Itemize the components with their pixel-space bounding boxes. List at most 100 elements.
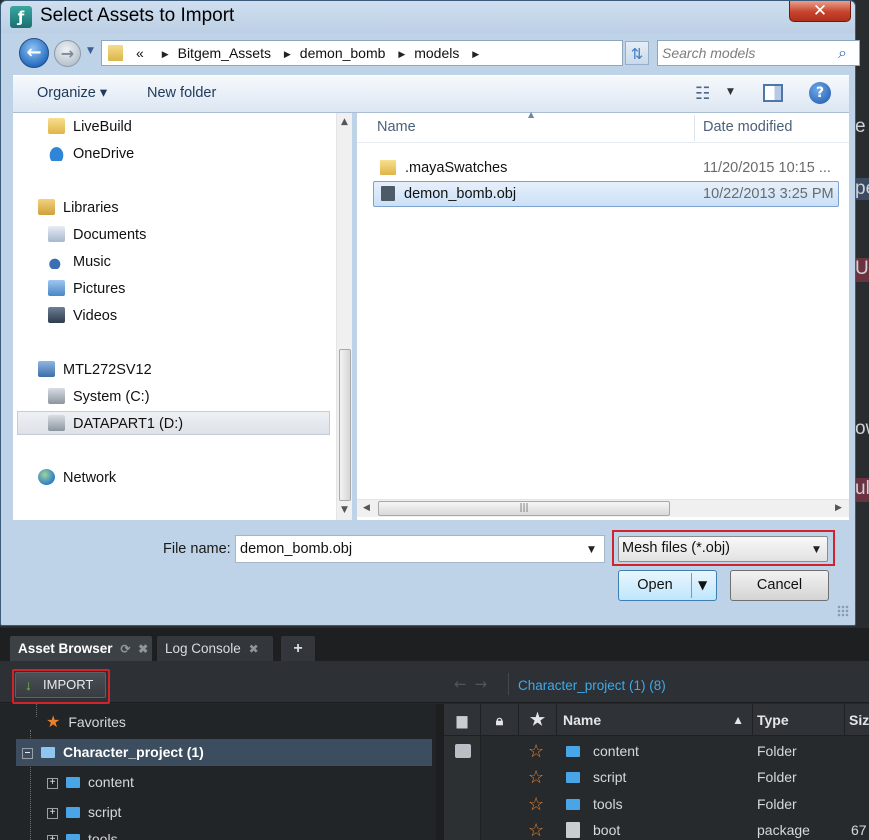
breadcrumb[interactable]: Character_project (1) (8) — [518, 678, 666, 693]
folder-icon — [380, 160, 396, 175]
close-button[interactable]: ✕ — [789, 1, 851, 22]
scroll-down-icon[interactable]: ▼ — [341, 505, 348, 515]
scrollbar-thumb[interactable]: ||| — [378, 501, 670, 516]
forward-button[interactable]: → — [54, 40, 81, 67]
nav-item-network[interactable]: Network — [38, 465, 116, 491]
nav-item-libraries[interactable]: Libraries — [38, 195, 119, 221]
expand-icon[interactable]: + — [47, 777, 58, 789]
chevron-right-icon[interactable]: ▶ — [398, 49, 405, 59]
history-arrows[interactable]: ←→ — [454, 675, 495, 693]
list-item[interactable]: ☆ tools Folder — [481, 791, 869, 817]
list-item-type: Folder — [757, 769, 797, 785]
new-folder-button[interactable]: New folder — [147, 85, 216, 101]
forward-arrow-icon[interactable]: → — [475, 675, 496, 693]
column-header-type[interactable]: Type — [753, 704, 845, 736]
star-outline-icon[interactable]: ☆ — [528, 817, 544, 840]
tab-asset-browser[interactable]: Asset Browser ⟳ ✖ — [10, 636, 152, 661]
scroll-right-icon[interactable]: ▶ — [835, 503, 842, 513]
search-icon[interactable]: ⌕ — [838, 43, 847, 63]
tree-item-favorites[interactable]: ★ Favorites — [0, 709, 436, 736]
preview-pane-icon[interactable] — [763, 84, 783, 102]
back-button[interactable]: ← — [19, 38, 49, 68]
star-outline-icon[interactable]: ☆ — [528, 791, 544, 817]
add-tab-button[interactable]: + — [281, 636, 315, 661]
history-dropdown-icon[interactable]: ▼ — [87, 46, 94, 56]
nav-scrollbar[interactable]: ▲ ▼ — [336, 113, 352, 520]
search-input[interactable] — [662, 42, 832, 64]
libraries-icon — [38, 199, 55, 215]
refresh-button[interactable]: ⇅ — [625, 41, 649, 65]
nav-item-datapart1-drive[interactable]: DATAPART1 (D:) — [48, 411, 183, 437]
nav-item-music[interactable]: Music — [48, 249, 111, 275]
nav-item-computer[interactable]: MTL272SV12 — [38, 357, 152, 383]
open-button[interactable]: Open ▼ — [618, 570, 717, 601]
close-icon[interactable]: ✖ — [249, 642, 259, 656]
list-item[interactable]: ☆ script Folder — [481, 764, 869, 790]
obj-file-icon — [381, 186, 395, 201]
column-header-size[interactable]: Siz — [845, 704, 869, 736]
tree-item-label: script — [88, 804, 122, 820]
star-outline-icon[interactable]: ☆ — [528, 764, 544, 790]
nav-item-pictures[interactable]: Pictures — [48, 276, 125, 302]
nav-item-videos[interactable]: Videos — [48, 303, 117, 329]
list-item[interactable]: ☆ boot package 67 — [481, 817, 869, 840]
search-box[interactable]: ⌕ — [657, 40, 860, 66]
column-header-name[interactable]: Name ▲ — [557, 704, 753, 736]
breadcrumb-item[interactable]: demon_bomb — [300, 45, 386, 61]
nav-item-onedrive[interactable]: OneDrive — [48, 141, 134, 167]
collapse-icon[interactable]: – — [22, 747, 33, 759]
help-icon[interactable]: ? — [809, 82, 831, 104]
file-name-dropdown-icon[interactable]: ▼ — [588, 545, 595, 555]
file-list-hscrollbar[interactable]: ◀ ||| ▶ — [357, 499, 849, 517]
list-item-name: content — [593, 743, 639, 759]
pane-splitter[interactable] — [436, 704, 444, 840]
expand-icon[interactable]: + — [47, 807, 58, 819]
tab-log-console[interactable]: Log Console ✖ — [157, 636, 273, 661]
favorite-column-star-icon[interactable]: ★ — [519, 704, 557, 736]
open-options-dropdown-icon[interactable]: ▼ — [698, 578, 707, 592]
column-divider[interactable] — [694, 115, 695, 141]
close-icon[interactable]: ✖ — [138, 642, 148, 656]
file-list-header: ▲ Name Date modified — [357, 110, 849, 143]
list-item[interactable]: ☆ content Folder — [481, 738, 869, 764]
scroll-up-icon[interactable]: ▲ — [341, 117, 348, 127]
file-row[interactable]: .mayaSwatches 11/20/2015 10:15 ... — [373, 155, 849, 181]
refresh-icon[interactable]: ⟳ — [120, 642, 130, 656]
view-options-icon[interactable]: ☷ — [695, 84, 710, 104]
tree-item-character-project[interactable]: – Character_project (1) — [16, 739, 432, 766]
lock-icon[interactable]: 🔒︎ — [481, 704, 519, 736]
tree-item-content[interactable]: + content — [0, 769, 436, 796]
file-open-dialog: ƒ Select Assets to Import ✕ ← → ▼ « ▶ Bit… — [0, 0, 860, 626]
cancel-button[interactable]: Cancel — [730, 570, 829, 601]
address-bar[interactable]: « ▶Bitgem_Assets ▶demon_bomb ▶models ▶ ▼ — [101, 40, 701, 66]
scrollbar-thumb[interactable] — [339, 349, 351, 501]
file-row-selected[interactable]: demon_bomb.obj 10/22/2013 3:25 PM — [373, 181, 839, 207]
column-header-date-modified[interactable]: Date modified — [703, 119, 792, 135]
tree-item-tools[interactable]: + tools — [0, 826, 436, 840]
scroll-left-icon[interactable]: ◀ — [363, 503, 370, 513]
nav-item-label: MTL272SV12 — [63, 362, 152, 378]
chevron-right-icon[interactable]: ▶ — [472, 49, 479, 59]
column-header-name[interactable]: Name — [377, 119, 416, 135]
folder-column-icon[interactable]: ▆ — [444, 704, 481, 736]
resize-grip[interactable] — [837, 605, 849, 617]
star-outline-icon[interactable]: ☆ — [528, 738, 544, 764]
file-name-combobox[interactable]: ▼ — [235, 535, 605, 563]
breadcrumb-overflow[interactable]: « — [136, 45, 144, 61]
file-name-input[interactable] — [240, 538, 578, 560]
expand-icon[interactable]: + — [47, 834, 58, 840]
nav-item-label: Network — [63, 470, 117, 486]
tree-item-script[interactable]: + script — [0, 799, 436, 826]
dialog-titlebar[interactable]: ƒ Select Assets to Import ✕ — [1, 1, 855, 33]
breadcrumb-item[interactable]: Bitgem_Assets — [178, 45, 271, 61]
list-item-type: Folder — [757, 743, 797, 759]
back-arrow-icon[interactable]: ← — [454, 675, 475, 693]
nav-item-documents[interactable]: Documents — [48, 222, 146, 248]
nav-item-system-drive[interactable]: System (C:) — [48, 384, 150, 410]
organize-button[interactable]: Organize ▾ — [37, 85, 107, 101]
view-dropdown-icon[interactable]: ▼ — [727, 87, 734, 97]
add-asset-icon[interactable] — [455, 744, 471, 758]
chevron-right-icon[interactable]: ▶ — [284, 49, 291, 59]
breadcrumb-item[interactable]: models — [414, 45, 459, 61]
nav-item-livebuild[interactable]: LiveBuild — [48, 114, 132, 140]
